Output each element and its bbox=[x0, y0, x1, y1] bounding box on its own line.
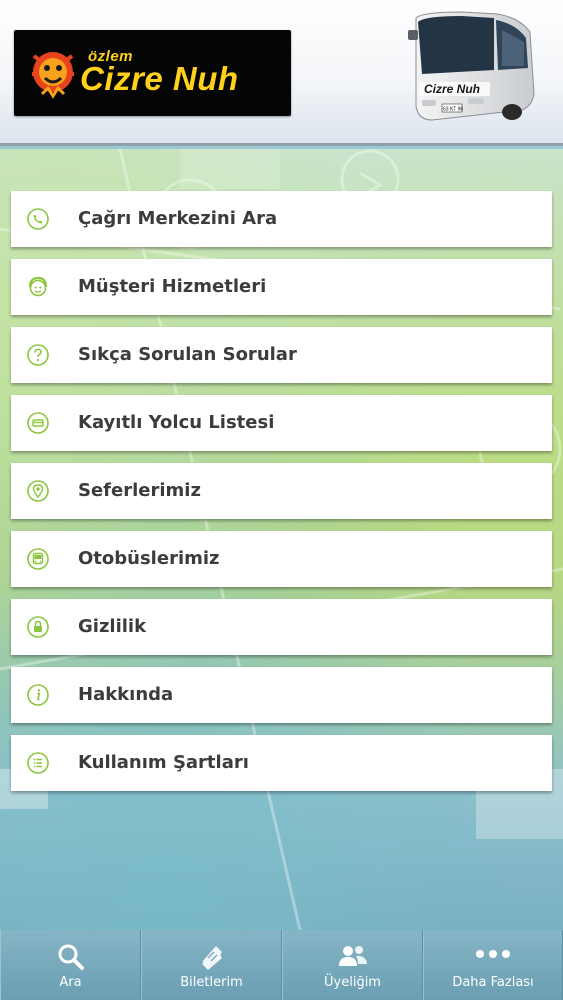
nav-search[interactable]: Ara bbox=[0, 930, 141, 1000]
card-icon bbox=[27, 412, 49, 434]
menu-label: Otobüslerimiz bbox=[78, 548, 220, 569]
menu-label: Hakkında bbox=[78, 684, 174, 705]
question-icon bbox=[27, 344, 49, 366]
nav-membership[interactable]: Üyeliğim bbox=[282, 930, 423, 1000]
ticket-icon bbox=[201, 946, 222, 970]
nav-tickets[interactable]: Biletlerim bbox=[141, 930, 282, 1000]
menu-label: Müşteri Hizmetleri bbox=[78, 276, 267, 297]
menu-label: Kullanım Şartları bbox=[78, 752, 249, 773]
menu-item-about[interactable]: Hakkında bbox=[11, 667, 552, 723]
menu-item-customer-service[interactable]: Müşteri Hizmetleri bbox=[11, 259, 552, 315]
logo-title: Cizre Nuh bbox=[80, 60, 239, 97]
menu-item-routes[interactable]: Seferlerimiz bbox=[11, 463, 552, 519]
menu-label: Gizlilik bbox=[78, 616, 147, 637]
list-icon bbox=[27, 752, 49, 774]
menu-item-call-center[interactable]: Çağrı Merkezini Ara bbox=[11, 191, 552, 247]
nav-more[interactable]: Daha Fazlası bbox=[423, 930, 563, 1000]
brand-logo: özlem Cizre Nuh bbox=[14, 30, 291, 116]
bus-brand-text: Cizre Nuh bbox=[424, 82, 480, 96]
app-header: özlem Cizre Nuh Cizre Nuh 63 KT 96 bbox=[0, 0, 563, 146]
menu-item-privacy[interactable]: Gizlilik bbox=[11, 599, 552, 655]
users-icon bbox=[338, 946, 367, 966]
menu-item-terms[interactable]: Kullanım Şartları bbox=[11, 735, 552, 791]
nav-label: Biletlerim bbox=[180, 975, 243, 990]
bus-icon bbox=[27, 548, 49, 570]
menu-item-faq[interactable]: Sıkça Sorulan Sorular bbox=[11, 327, 552, 383]
nav-label: Daha Fazlası bbox=[452, 975, 534, 990]
menu-label: Kayıtlı Yolcu Listesi bbox=[78, 412, 275, 433]
more-icon bbox=[476, 950, 510, 958]
nav-label: Üyeliğim bbox=[324, 975, 381, 990]
phone-icon bbox=[27, 208, 49, 230]
nav-label: Ara bbox=[59, 975, 82, 990]
menu-item-buses[interactable]: Otobüslerimiz bbox=[11, 531, 552, 587]
menu-item-passenger-list[interactable]: Kayıtlı Yolcu Listesi bbox=[11, 395, 552, 451]
lock-icon bbox=[27, 616, 49, 638]
bus-image: Cizre Nuh 63 KT 96 bbox=[408, 11, 535, 121]
bus-plate-text: 63 KT 96 bbox=[443, 107, 463, 113]
info-icon bbox=[27, 684, 49, 706]
customer-service-icon bbox=[28, 276, 48, 297]
bottom-navigation: Ara Biletlerim Üyeliğim Daha Fazlası bbox=[0, 930, 563, 1000]
menu-label: Sıkça Sorulan Sorular bbox=[78, 344, 297, 365]
location-pin-icon bbox=[27, 480, 49, 502]
menu-label: Çağrı Merkezini Ara bbox=[78, 208, 278, 229]
search-icon bbox=[58, 944, 84, 970]
menu-label: Seferlerimiz bbox=[78, 480, 201, 501]
lion-emblem-icon bbox=[32, 52, 74, 99]
